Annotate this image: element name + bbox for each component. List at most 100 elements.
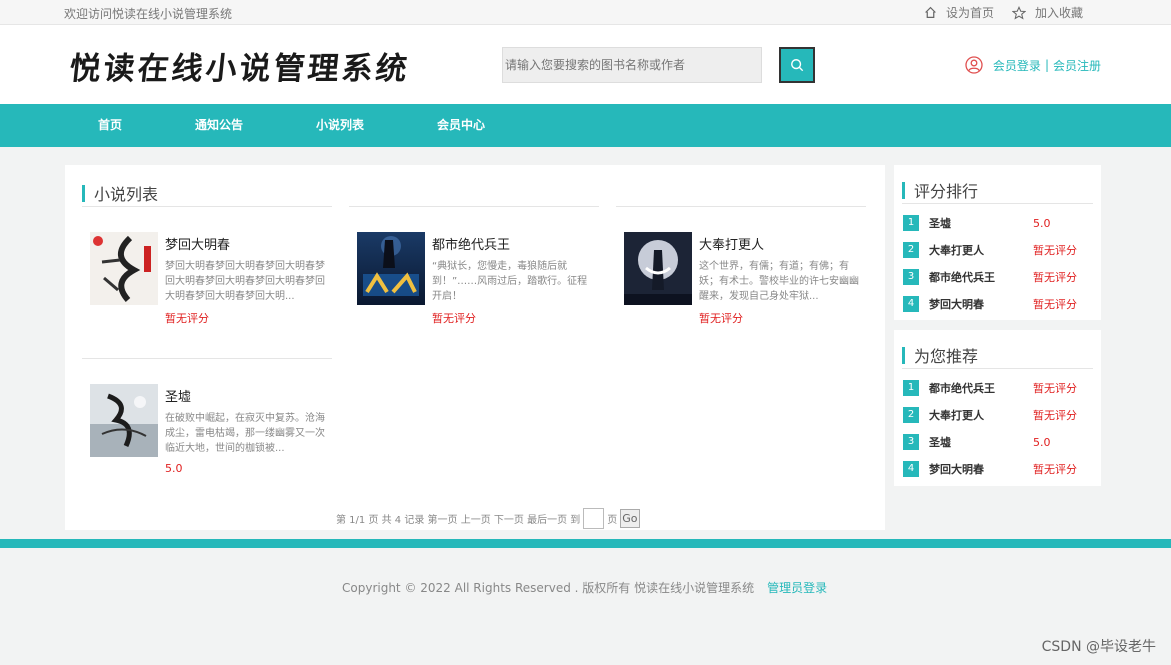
divider [349,206,599,207]
book-title[interactable]: 大奉打更人 [699,234,764,253]
divider [902,368,1093,369]
recommend-score: 暂无评分 [1033,382,1077,395]
page-suffix: 页 [607,515,618,526]
divider [616,206,866,207]
rank-number: 4 [903,461,919,477]
pagination: 第 1/1 页 共 4 记录 第一页 上一页 下一页 最后一页 到 页 Go [336,508,640,529]
recommend-book-name[interactable]: 梦回大明春 [929,461,1033,477]
rank-score: 暂无评分 [1033,244,1077,257]
recommend-panel: 为您推荐 1 都市绝代兵王 暂无评分 2 大奉打更人 暂无评分 3 圣墟 5.0… [894,330,1101,486]
rank-item[interactable]: 2 大奉打更人 暂无评分 [903,241,1093,259]
recommend-item[interactable]: 1 都市绝代兵王 暂无评分 [903,379,1093,397]
star-icon [1011,5,1026,20]
section-title: 评分排行 [902,178,978,202]
header: 悦读在线小说管理系统 会员登录 | 会员注册 [0,25,1171,104]
section-title-text: 为您推荐 [914,347,979,366]
rank-book-name[interactable]: 梦回大明春 [929,296,1033,312]
nav-novel-list[interactable]: 小说列表 [316,104,437,147]
rank-score: 暂无评分 [1033,271,1077,284]
search-input[interactable] [502,47,762,83]
rank-item[interactable]: 4 梦回大明春 暂无评分 [903,295,1093,313]
section-title: 为您推荐 [902,343,978,367]
footer: Copyright © 2022 All Rights Reserved . 版… [0,548,1171,665]
book-score: 5.0 [165,462,183,475]
rank-book-name[interactable]: 大奉打更人 [929,242,1033,258]
recommend-item[interactable]: 2 大奉打更人 暂无评分 [903,406,1093,424]
footer-accent-bar [0,539,1171,548]
book-card[interactable]: 大奉打更人 这个世界，有儒；有道；有佛；有妖；有术士。警校毕业的许七安幽幽醒来，… [616,206,866,341]
divider [902,203,1093,204]
rank-item[interactable]: 3 都市绝代兵王 暂无评分 [903,268,1093,286]
rank-number: 1 [903,215,919,231]
add-favorite-link[interactable]: 加入收藏 [1011,4,1083,21]
recommend-book-name[interactable]: 都市绝代兵王 [929,380,1033,396]
rank-book-name[interactable]: 圣墟 [929,215,1033,231]
admin-login-link[interactable]: 管理员登录 [767,579,827,596]
section-title: 小说列表 [82,181,158,205]
divider [82,206,332,207]
rank-number: 4 [903,296,919,312]
recommend-score: 暂无评分 [1033,409,1077,422]
novel-list-panel: 小说列表 梦回大明春 梦回大明春梦回大明春梦回大明春梦回大明春梦回大明春梦回大明… [65,165,885,530]
top-links: 设为首页 加入收藏 [924,4,1083,21]
member-login-link[interactable]: 会员登录 [993,57,1041,74]
book-desc: 梦回大明春梦回大明春梦回大明春梦回大明春梦回大明春梦回大明春梦回大明春梦回大明春… [165,261,325,302]
book-card[interactable]: 梦回大明春 梦回大明春梦回大明春梦回大明春梦回大明春梦回大明春梦回大明春梦回大明… [82,206,332,341]
title-accent-bar [902,346,905,364]
title-accent-bar [82,184,85,202]
recommend-book-name[interactable]: 大奉打更人 [929,407,1033,423]
watermark: CSDN @毕设老牛 [1041,639,1156,655]
search-button[interactable] [779,47,815,83]
rank-number: 2 [903,242,919,258]
separator: | [1044,58,1049,72]
book-score: 暂无评分 [699,312,743,325]
book-desc: “典狱长，您慢走，毒狼随后就到！”……风雨过后，踏歌行。征程开启！ [432,261,588,302]
main-nav: 首页 通知公告 小说列表 会员中心 [0,104,1171,147]
book-cover[interactable] [90,384,158,457]
nav-home[interactable]: 首页 [98,104,195,147]
rank-number: 1 [903,380,919,396]
copyright-text: Copyright © 2022 All Rights Reserved . 版… [342,581,755,595]
rank-number: 3 [903,269,919,285]
rank-item[interactable]: 1 圣墟 5.0 [903,214,1093,232]
rank-book-name[interactable]: 都市绝代兵王 [929,269,1033,285]
set-home-label: 设为首页 [945,6,994,20]
rank-number: 3 [903,434,919,450]
book-cover[interactable] [624,232,692,305]
book-cover[interactable] [90,232,158,305]
pagination-info: 第 1/1 页 共 4 记录 第一页 上一页 下一页 最后一页 到 [336,515,581,526]
book-desc: 这个世界，有儒；有道；有佛；有妖；有术士。警校毕业的许七安幽幽醒来，发现自己身处… [699,261,859,302]
divider [82,358,332,359]
user-icon [965,56,983,74]
book-title[interactable]: 圣墟 [165,386,191,405]
set-home-link[interactable]: 设为首页 [924,4,994,21]
recommend-item[interactable]: 3 圣墟 5.0 [903,433,1093,451]
rank-score: 5.0 [1033,216,1051,230]
section-title-text: 小说列表 [94,185,159,204]
rank-number: 2 [903,407,919,423]
book-card[interactable]: 圣墟 在破败中崛起，在寂灭中复苏。沧海成尘，雷电枯竭，那一缕幽雾又一次临近大地，… [82,358,332,493]
recommend-score: 暂无评分 [1033,463,1077,476]
nav-notice[interactable]: 通知公告 [195,104,316,147]
site-logo[interactable]: 悦读在线小说管理系统 [68,43,413,88]
section-title-text: 评分排行 [914,182,979,201]
recommend-book-name[interactable]: 圣墟 [929,434,1033,450]
book-title[interactable]: 梦回大明春 [165,234,230,253]
title-accent-bar [902,181,905,199]
nav-member-center[interactable]: 会员中心 [437,104,558,147]
rating-rank-panel: 评分排行 1 圣墟 5.0 2 大奉打更人 暂无评分 3 都市绝代兵王 暂无评分… [894,165,1101,320]
page-number-input[interactable] [583,508,605,529]
welcome-text: 欢迎访问悦读在线小说管理系统 [64,7,233,21]
book-score: 暂无评分 [165,312,209,325]
book-score: 暂无评分 [432,312,476,325]
book-title[interactable]: 都市绝代兵王 [432,234,510,253]
footer-copyright-row: Copyright © 2022 All Rights Reserved . 版… [342,579,827,596]
book-cover[interactable] [357,232,425,305]
member-register-link[interactable]: 会员注册 [1053,57,1101,74]
search-bar [502,47,815,83]
go-button[interactable]: Go [620,509,640,528]
top-bar: 欢迎访问悦读在线小说管理系统 设为首页 加入收藏 [0,0,1171,25]
book-card[interactable]: 都市绝代兵王 “典狱长，您慢走，毒狼随后就到！”……风雨过后，踏歌行。征程开启！… [349,206,599,341]
recommend-score: 5.0 [1033,435,1051,449]
recommend-item[interactable]: 4 梦回大明春 暂无评分 [903,460,1093,478]
